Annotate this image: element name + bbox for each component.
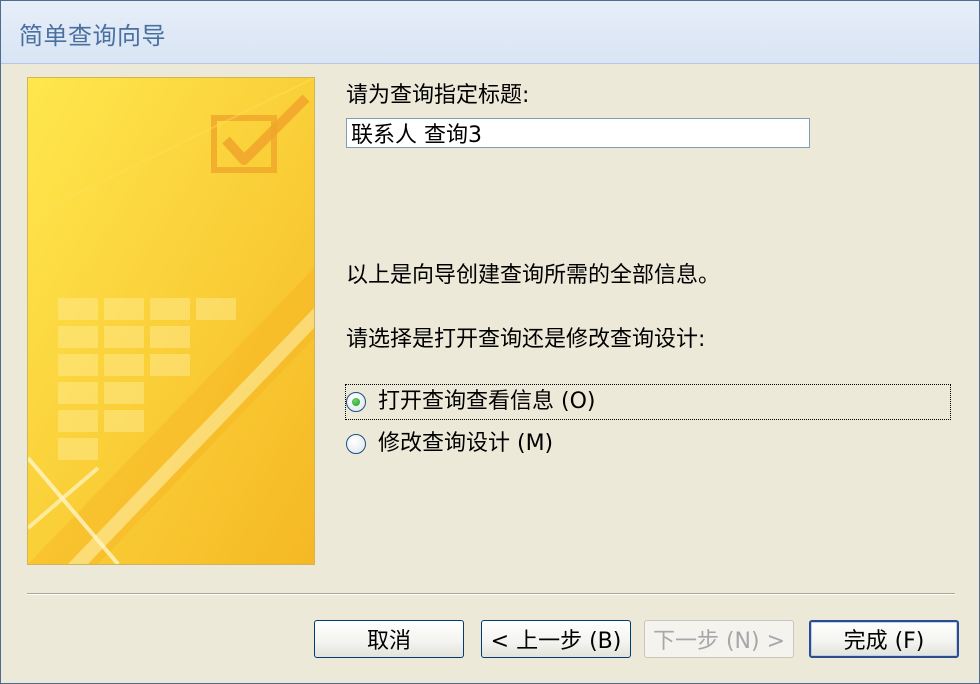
title-prompt-label: 请为查询指定标题: — [346, 83, 530, 108]
radio-open-query-label: 打开查询查看信息 (O) — [378, 389, 596, 414]
radio-modify-design-label: 修改查询设计 (M) — [378, 431, 554, 456]
wizard-side-graphic — [27, 77, 315, 565]
wizard-window: 简单查询向导 请为查询指定标题: 联系人 查询3 以上是向导创建查询所需的全部信… — [0, 0, 980, 684]
radio-unselected-icon[interactable] — [346, 434, 366, 454]
cancel-button[interactable]: 取消 — [314, 620, 464, 658]
back-button[interactable]: < 上一步 (B) — [481, 620, 631, 658]
info-text: 以上是向导创建查询所需的全部信息。 — [346, 263, 721, 288]
finish-button[interactable]: 完成 (F) — [809, 620, 959, 658]
window-title: 简单查询向导 — [19, 22, 166, 50]
query-title-input[interactable] — [346, 118, 810, 148]
decorative-art-icon — [28, 78, 314, 564]
radio-selected-icon[interactable] — [346, 392, 366, 412]
radio-open-query[interactable]: 打开查询查看信息 (O) — [345, 384, 951, 420]
radio-modify-design[interactable]: 修改查询设计 (M) — [346, 427, 553, 461]
next-button[interactable]: 下一步 (N) > — [644, 620, 794, 658]
choice-prompt-label: 请选择是打开查询还是修改查询设计: — [346, 327, 706, 352]
footer-separator — [27, 593, 955, 595]
title-bar: 简单查询向导 — [1, 1, 979, 64]
